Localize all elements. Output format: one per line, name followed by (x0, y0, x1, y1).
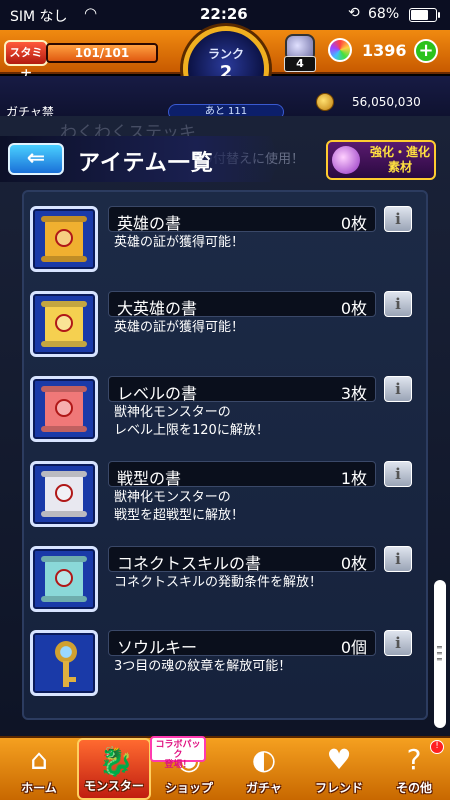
notification-dot: ! (430, 740, 444, 754)
item-name-bar: 英雄の書 0枚 (108, 206, 376, 233)
item-row[interactable]: コネクトスキルの書 0枚 i コネクトスキルの発動条件を解放！ (30, 546, 414, 614)
collab-pack-badge: コラボパック 登場！ (150, 736, 206, 770)
friend-balloon-icon: ♥ (326, 743, 352, 776)
info-button[interactable]: i (384, 461, 412, 487)
nav-label: ガチャ (246, 781, 282, 795)
item-count: 0枚 (340, 299, 367, 318)
dragon-icon: 🐉 (98, 745, 134, 778)
evolve-gem-icon (332, 146, 360, 174)
stamina-value: 101/101 (74, 46, 130, 60)
rainbow-orb-icon (328, 38, 352, 62)
house-icon: ⌂ (30, 743, 48, 776)
info-button[interactable]: i (384, 630, 412, 656)
item-name-bar: ソウルキー 0個 (108, 630, 376, 657)
carrier-label: SIM なし (10, 9, 68, 25)
item-name: 大英雄の書 (117, 299, 198, 318)
item-count: 0枚 (340, 214, 367, 233)
scroll-pink-seal-icon[interactable] (30, 376, 98, 442)
wifi-icon: ◠ (84, 4, 98, 22)
item-name: コネクトスキルの書 (117, 554, 262, 573)
item-name-bar: コネクトスキルの書 0枚 (108, 546, 376, 573)
item-name: レベルの書 (117, 384, 198, 403)
nav-label: ショップ (164, 781, 213, 795)
back-button[interactable]: ⇐ (8, 143, 64, 175)
evolve-banner-label: 強化・進化 素材 (369, 145, 430, 174)
item-description: コネクトスキルの発動条件を解放！ (114, 575, 323, 590)
item-count: 1枚 (340, 469, 367, 488)
item-name-bar: 大英雄の書 0枚 (108, 291, 376, 318)
page-title: アイテム一覧 (78, 151, 214, 176)
back-arrow-icon: ⇐ (26, 146, 46, 171)
item-name: ソウルキー (117, 638, 198, 657)
info-icon: i (395, 210, 401, 228)
item-row[interactable]: ソウルキー 0個 i 3つ目の魂の紋章を解放可能！ (30, 630, 414, 698)
nav-label: フレンド (314, 781, 363, 795)
rotation-lock-icon: ⟲ (348, 5, 360, 21)
item-row[interactable]: 英雄の書 0枚 i 英雄の証が獲得可能！ (30, 206, 414, 274)
nav-gacha[interactable]: ◐ ガチャ (227, 738, 301, 800)
coin-count: 56,050,030 (352, 95, 421, 109)
orb-badge: 4 (284, 56, 316, 72)
item-description: 英雄の証が獲得可能！ (114, 320, 245, 335)
info-button[interactable]: i (384, 206, 412, 232)
info-button[interactable]: i (384, 546, 412, 572)
battery-icon (409, 8, 440, 22)
info-button[interactable]: i (384, 291, 412, 317)
question-icon: ? (406, 743, 422, 776)
gacha-egg-icon: ◐ (251, 743, 277, 776)
add-orb-button[interactable]: + (414, 39, 438, 63)
orb-count: 1396 (362, 41, 407, 60)
coin-icon (316, 93, 334, 111)
stamina-label: スタミナ (4, 40, 48, 81)
info-icon: i (395, 634, 401, 652)
nav-label: ホーム (21, 781, 57, 795)
nav-label: モンスター (84, 779, 144, 793)
clock: 22:26 (200, 5, 248, 23)
info-button[interactable]: i (384, 376, 412, 402)
item-name: 戦型の書 (117, 469, 182, 488)
nav-monster[interactable]: 🐉 モンスター (77, 738, 151, 800)
item-count: 3枚 (340, 384, 367, 403)
item-description: 獣神化モンスターの レベル上限を120に解放！ (114, 405, 269, 438)
item-row[interactable]: 大英雄の書 0枚 i 英雄の証が獲得可能！ (30, 291, 414, 359)
battery-percent: 68% (368, 6, 400, 22)
item-count: 0枚 (340, 554, 367, 573)
info-icon: i (395, 550, 401, 568)
info-icon: i (395, 380, 401, 398)
scroll-gold-seal-icon[interactable] (30, 291, 98, 357)
item-description: 英雄の証が獲得可能！ (114, 235, 245, 250)
item-row[interactable]: 戦型の書 1枚 i 獣神化モンスターの 戦型を超戦型に解放！ (30, 461, 414, 529)
info-icon: i (395, 465, 401, 483)
nav-label: その他 (395, 781, 432, 795)
item-name-bar: レベルの書 3枚 (108, 376, 376, 403)
item-description: 3つ目の魂の紋章を解放可能！ (114, 659, 292, 674)
item-description: 獣神化モンスターの 戦型を超戦型に解放！ (114, 490, 245, 523)
scroll-red-seal-icon[interactable] (30, 206, 98, 272)
item-name-bar: 戦型の書 1枚 (108, 461, 376, 488)
info-icon: i (395, 295, 401, 313)
item-name: 英雄の書 (117, 214, 182, 233)
item-row[interactable]: レベルの書 3枚 i 獣神化モンスターの レベル上限を120に解放！ (30, 376, 414, 444)
evolve-material-banner[interactable]: 強化・進化 素材 (326, 140, 436, 180)
nav-friend[interactable]: ♥ フレンド (302, 738, 376, 800)
stamina-bar: 101/101 (46, 43, 158, 63)
item-count: 0個 (340, 638, 367, 657)
scroll-grip-icon: ═ ═ ═ (437, 643, 442, 664)
rank-label: ランク (207, 47, 244, 61)
nav-home[interactable]: ⌂ ホーム (2, 738, 76, 800)
soul-key-icon[interactable] (30, 630, 98, 696)
scroll-teal-seal-icon[interactable] (30, 546, 98, 612)
scroll-white-seal-icon[interactable] (30, 461, 98, 527)
